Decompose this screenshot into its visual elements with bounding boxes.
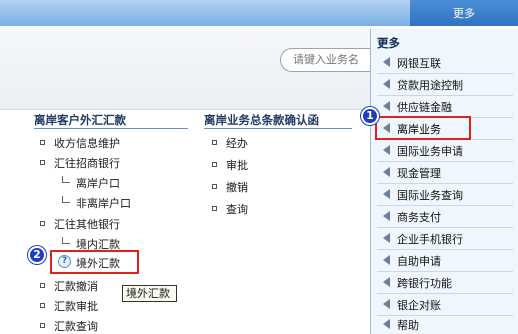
bullet-icon <box>212 162 217 167</box>
arrow-left-icon <box>383 57 390 67</box>
bullet-icon <box>40 283 45 288</box>
bullet-icon <box>40 221 45 226</box>
more-tab[interactable]: 更多 <box>410 0 518 26</box>
link-overseas-remittance[interactable]: 境外汇款 <box>76 255 120 271</box>
menu-item-label: 跨银行功能 <box>397 277 452 290</box>
section-title-offshore-remittance: 离岸客户外汇汇款 <box>34 113 126 127</box>
menu-item-label: 国际业务申请 <box>397 145 463 158</box>
menu-item-business-payment[interactable]: 商务支付 <box>371 205 518 227</box>
arrow-left-icon <box>383 189 390 199</box>
arrow-left-icon <box>383 211 390 221</box>
menu-item-intl-business-query[interactable]: 国际业务查询 <box>371 183 518 205</box>
menu-item-label: 供应链金融 <box>397 101 452 114</box>
link-handle[interactable]: 经办 <box>226 135 248 151</box>
menu-item-ebank-interconnect[interactable]: 网银互联 <box>371 51 518 73</box>
menu-item-cross-bank[interactable]: 跨银行功能 <box>371 271 518 293</box>
bullet-icon <box>40 303 45 308</box>
bullet-icon <box>212 184 217 189</box>
menu-item-help[interactable]: 帮助 <box>371 313 518 334</box>
tree-branch-icon <box>62 237 70 244</box>
arrow-left-icon <box>383 167 390 177</box>
arrow-left-icon <box>383 233 390 243</box>
arrow-left-icon <box>383 277 390 287</box>
link-payee-info[interactable]: 收方信息维护 <box>54 135 120 151</box>
link-non-offshore-account[interactable]: 非离岸户口 <box>76 195 131 211</box>
menu-item-corporate-mobile-bank[interactable]: 企业手机银行 <box>371 227 518 249</box>
bullet-icon <box>212 140 217 145</box>
bullet-icon <box>40 323 45 328</box>
link-remittance-approve[interactable]: 汇款审批 <box>54 298 98 314</box>
link-remittance-query[interactable]: 汇款查询 <box>54 318 98 334</box>
arrow-left-icon <box>383 299 390 309</box>
menu-item-intl-business-apply[interactable]: 国际业务申请 <box>371 139 518 161</box>
menu-title: 更多 <box>377 36 400 50</box>
menu-item-bank-reconciliation[interactable]: 银企对账 <box>371 293 518 315</box>
menu-item-label: 国际业务查询 <box>397 189 463 202</box>
arrow-left-icon <box>383 319 390 329</box>
search-input[interactable] <box>280 48 380 72</box>
tree-branch-icon <box>62 196 70 203</box>
link-to-other-banks[interactable]: 汇往其他银行 <box>54 216 120 232</box>
section-divider <box>34 128 188 129</box>
bullet-icon <box>40 160 45 165</box>
link-remittance-cancel[interactable]: 汇款撤消 <box>54 278 98 294</box>
section-title-offshore-terms: 离岸业务总条款确认函 <box>204 113 319 127</box>
menu-item-label: 自助申请 <box>397 255 441 268</box>
menu-item-label: 现金管理 <box>397 167 441 180</box>
more-dropdown-menu: 更多 网银互联 贷款用途控制 供应链金融 离岸业务 国际业务申请 现金管理 国际… <box>370 29 518 334</box>
tree-branch-icon <box>62 176 70 183</box>
link-offshore-account[interactable]: 离岸户口 <box>76 175 120 191</box>
menu-item-cash-management[interactable]: 现金管理 <box>371 161 518 183</box>
bullet-icon <box>40 140 45 145</box>
menu-item-label: 企业手机银行 <box>397 233 463 246</box>
menu-item-label: 贷款用途控制 <box>397 79 463 92</box>
link-query[interactable]: 查询 <box>226 201 248 217</box>
arrow-left-icon <box>383 79 390 89</box>
menu-item-label: 商务支付 <box>397 211 441 224</box>
menu-item-label: 网银互联 <box>397 57 441 70</box>
help-icon: ? <box>58 255 71 268</box>
menu-item-label: 银企对账 <box>397 299 441 312</box>
tooltip: 境外汇款 <box>122 285 177 302</box>
arrow-left-icon <box>383 255 390 265</box>
bullet-icon <box>212 206 217 211</box>
step-badge-1: 1 <box>361 107 379 125</box>
arrow-left-icon <box>383 101 390 111</box>
section-divider <box>204 128 352 129</box>
search-field[interactable] <box>293 53 380 66</box>
menu-item-self-service-apply[interactable]: 自助申请 <box>371 249 518 271</box>
menu-item-loan-usage-control[interactable]: 贷款用途控制 <box>371 73 518 95</box>
step-badge-2: 2 <box>28 246 46 264</box>
link-revoke[interactable]: 撤销 <box>226 179 248 195</box>
highlight-box <box>375 116 471 140</box>
menu-item-label: 帮助 <box>397 319 419 332</box>
link-approve[interactable]: 审批 <box>226 157 248 173</box>
arrow-left-icon <box>383 145 390 155</box>
menu-item-supply-chain-finance[interactable]: 供应链金融 <box>371 95 518 117</box>
link-to-cmb[interactable]: 汇往招商银行 <box>54 155 120 171</box>
